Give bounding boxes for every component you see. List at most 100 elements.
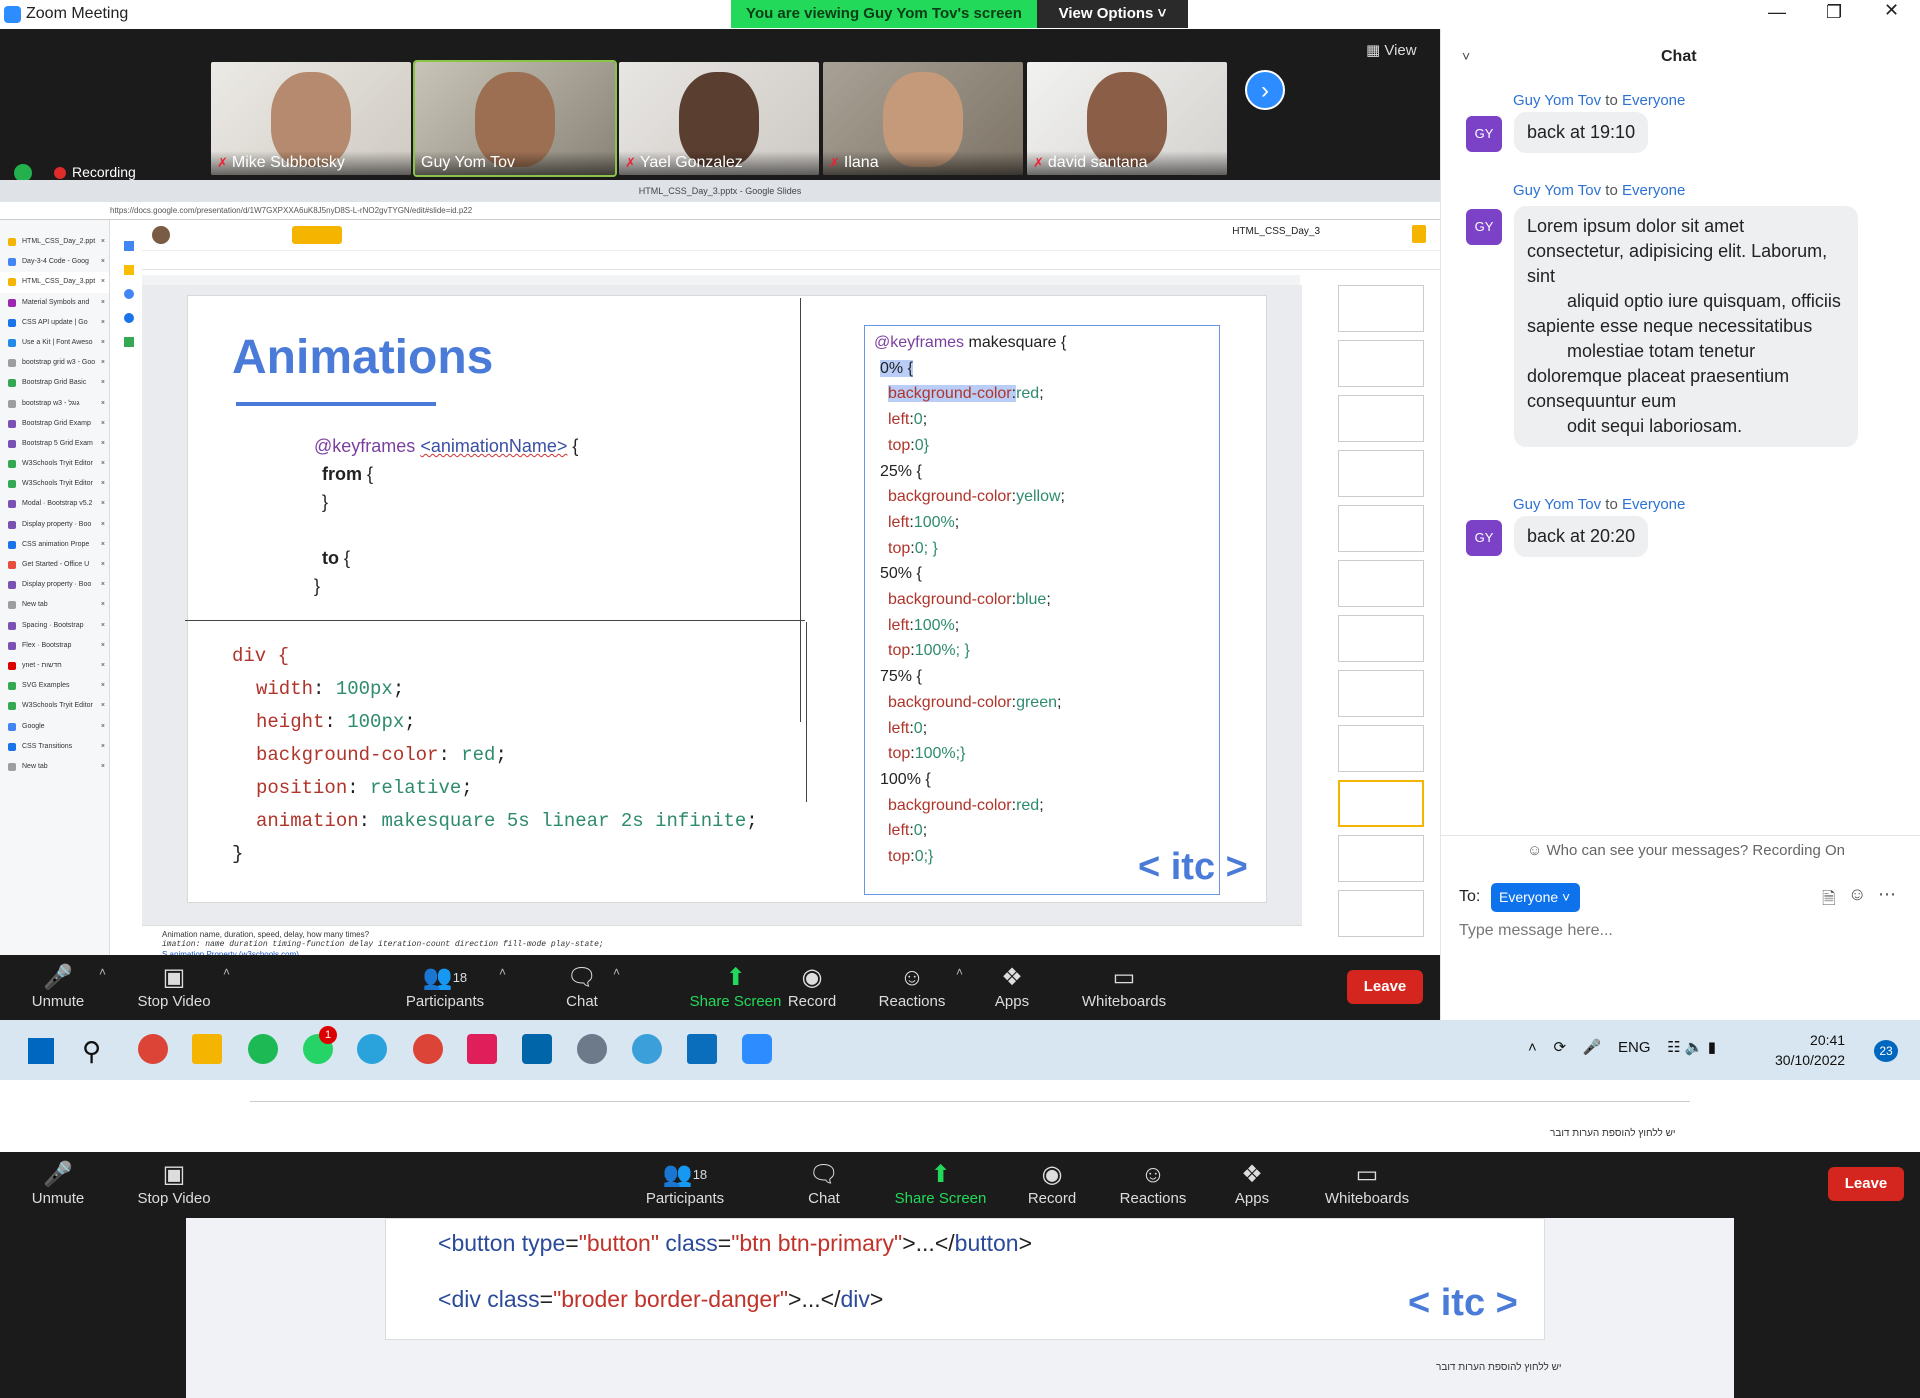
- whatsapp-icon[interactable]: 1: [303, 1026, 337, 1064]
- close-tab-icon[interactable]: ×: [101, 293, 105, 313]
- video-tile-active[interactable]: Guy Yom Tov: [413, 60, 617, 177]
- video-tile[interactable]: ✗ Ilana: [823, 62, 1023, 175]
- close-tab-icon[interactable]: ×: [101, 414, 105, 434]
- record-button[interactable]: ◉ Record: [1027, 1160, 1077, 1207]
- contacts-icon[interactable]: [124, 313, 134, 323]
- more-options-icon[interactable]: ⋯: [1878, 884, 1896, 905]
- chevron-up-icon[interactable]: ˄: [499, 965, 506, 979]
- browser-tab[interactable]: W3Schools Tryit Editor ×: [0, 696, 109, 716]
- share-screen-button[interactable]: ⬆ Share Screen: [688, 963, 783, 1010]
- chevron-up-icon[interactable]: ˄: [613, 965, 620, 979]
- close-tab-icon[interactable]: ×: [101, 454, 105, 474]
- sender-name[interactable]: Guy Yom Tov: [1513, 182, 1601, 199]
- emoji-icon[interactable]: ☺: [1848, 884, 1866, 905]
- close-tab-icon[interactable]: ×: [101, 272, 105, 292]
- chevron-up-icon[interactable]: ˄: [99, 965, 106, 979]
- browser-tab[interactable]: Display property · Boo ×: [0, 575, 109, 595]
- share-screen-button[interactable]: ⬆ Share Screen: [893, 1160, 988, 1207]
- slack-icon[interactable]: [467, 1034, 497, 1064]
- browser-tab[interactable]: Get Started - Office U ×: [0, 555, 109, 575]
- message-input[interactable]: Type message here...: [1459, 922, 1613, 940]
- keep-icon[interactable]: [124, 265, 134, 275]
- close-tab-icon[interactable]: ×: [101, 394, 105, 414]
- photos-icon[interactable]: [687, 1034, 717, 1064]
- telegram-icon[interactable]: [357, 1034, 387, 1064]
- taskbar-clock[interactable]: 20:41 30/10/2022: [1775, 1030, 1845, 1070]
- close-tab-icon[interactable]: ×: [101, 494, 105, 514]
- restore-icon[interactable]: ❐: [1826, 2, 1842, 23]
- browser-tab[interactable]: Material Symbols and ×: [0, 293, 109, 313]
- notification-count-badge[interactable]: 23: [1874, 1040, 1898, 1062]
- chat-button[interactable]: 🗨 Chat: [802, 1160, 846, 1207]
- tasks-icon[interactable]: [124, 289, 134, 299]
- language-indicator[interactable]: ENG: [1618, 1039, 1651, 1056]
- paint-icon[interactable]: [632, 1034, 662, 1064]
- reactions-button[interactable]: ☺ Reactions: [1118, 1160, 1188, 1207]
- slide-thumbnail[interactable]: [1338, 395, 1424, 442]
- close-icon[interactable]: ✕: [1884, 0, 1899, 21]
- close-tab-icon[interactable]: ×: [101, 757, 105, 777]
- browser-tab[interactable]: CSS API update | Go ×: [0, 313, 109, 333]
- video-tile[interactable]: ✗ Mike Subbotsky: [211, 62, 411, 175]
- chevron-up-icon[interactable]: ˄: [223, 965, 230, 979]
- leave-button[interactable]: Leave: [1828, 1167, 1904, 1201]
- zoom-taskbar-icon[interactable]: [742, 1034, 772, 1064]
- recipient-select[interactable]: Everyone ˅: [1491, 883, 1580, 912]
- browser-tab[interactable]: Flex · Bootstrap ×: [0, 636, 109, 656]
- browser-tab[interactable]: bootstrap w3 - גוגל ×: [0, 394, 109, 414]
- close-tab-icon[interactable]: ×: [101, 696, 105, 716]
- share-button[interactable]: [292, 226, 342, 244]
- browser-tab[interactable]: Use a Kit | Font Aweso ×: [0, 333, 109, 353]
- browser-tab[interactable]: CSS animation Prope ×: [0, 535, 109, 555]
- who-can-see-notice[interactable]: ☺ Who can see your messages? Recording O…: [1527, 842, 1845, 859]
- apps-button[interactable]: ❖ Apps: [1230, 1160, 1274, 1207]
- chevron-down-icon[interactable]: ˅: [1462, 48, 1470, 64]
- close-tab-icon[interactable]: ×: [101, 373, 105, 393]
- close-tab-icon[interactable]: ×: [101, 515, 105, 535]
- slide-thumbnail[interactable]: [1338, 725, 1424, 772]
- browser-tab[interactable]: Bootstrap Grid Basic ×: [0, 373, 109, 393]
- user-avatar[interactable]: [152, 226, 170, 244]
- close-tab-icon[interactable]: ×: [101, 656, 105, 676]
- minimize-icon[interactable]: —: [1768, 2, 1786, 23]
- slide-thumbnail[interactable]: [1338, 285, 1424, 332]
- browser-tab[interactable]: Google ×: [0, 717, 109, 737]
- browser-tab[interactable]: SVG Examples ×: [0, 676, 109, 696]
- file-icon[interactable]: 🗎: [1822, 886, 1836, 915]
- browser-tab[interactable]: ynet - חדשות ×: [0, 656, 109, 676]
- doc-title[interactable]: HTML_CSS_Day_3: [1232, 226, 1320, 237]
- slide-thumbnail-current[interactable]: [1338, 780, 1424, 827]
- browser-tab[interactable]: New tab ×: [0, 595, 109, 615]
- close-tab-icon[interactable]: ×: [101, 737, 105, 757]
- close-tab-icon[interactable]: ×: [101, 636, 105, 656]
- recipient-name[interactable]: Everyone: [1622, 496, 1685, 513]
- close-tab-icon[interactable]: ×: [101, 333, 105, 353]
- unmute-button[interactable]: 🎤 Unmute ˄: [26, 963, 106, 1010]
- close-tab-icon[interactable]: ×: [101, 252, 105, 272]
- close-tab-icon[interactable]: ×: [101, 575, 105, 595]
- browser-tab[interactable]: HTML_CSS_Day_2.ppt ×: [0, 232, 109, 252]
- slide-thumbnail[interactable]: [1338, 505, 1424, 552]
- search-icon[interactable]: ⚲: [82, 1036, 101, 1067]
- browser-tab[interactable]: New tab ×: [0, 757, 109, 777]
- slide-thumbnail[interactable]: [1338, 615, 1424, 662]
- settings-gear-icon[interactable]: [577, 1034, 607, 1064]
- unmute-button[interactable]: 🎤 Unmute: [26, 1160, 90, 1207]
- close-tab-icon[interactable]: ×: [101, 474, 105, 494]
- microphone-icon[interactable]: 🎤: [1583, 1039, 1602, 1056]
- browser-tab[interactable]: Bootstrap Grid Examp ×: [0, 414, 109, 434]
- browser-tab[interactable]: Bootstrap 5 Grid Exam ×: [0, 434, 109, 454]
- stop-video-button[interactable]: ▣ Stop Video ˄: [134, 963, 230, 1010]
- sender-name[interactable]: Guy Yom Tov: [1513, 496, 1601, 513]
- spotify-icon[interactable]: [248, 1034, 278, 1064]
- slide-thumbnail[interactable]: [1338, 670, 1424, 717]
- recipient-name[interactable]: Everyone: [1622, 92, 1685, 109]
- recipient-name[interactable]: Everyone: [1622, 182, 1685, 199]
- slide-thumbnail[interactable]: [1338, 450, 1424, 497]
- speaker-notes[interactable]: Animation name, duration, speed, delay, …: [142, 925, 1302, 959]
- video-tile[interactable]: ✗ david santana: [1027, 62, 1227, 175]
- browser-tab[interactable]: W3Schools Tryit Editor ×: [0, 454, 109, 474]
- chrome-icon[interactable]: [138, 1034, 168, 1064]
- chevron-up-icon[interactable]: ˄: [1528, 1039, 1537, 1056]
- vscode-icon[interactable]: [522, 1034, 552, 1064]
